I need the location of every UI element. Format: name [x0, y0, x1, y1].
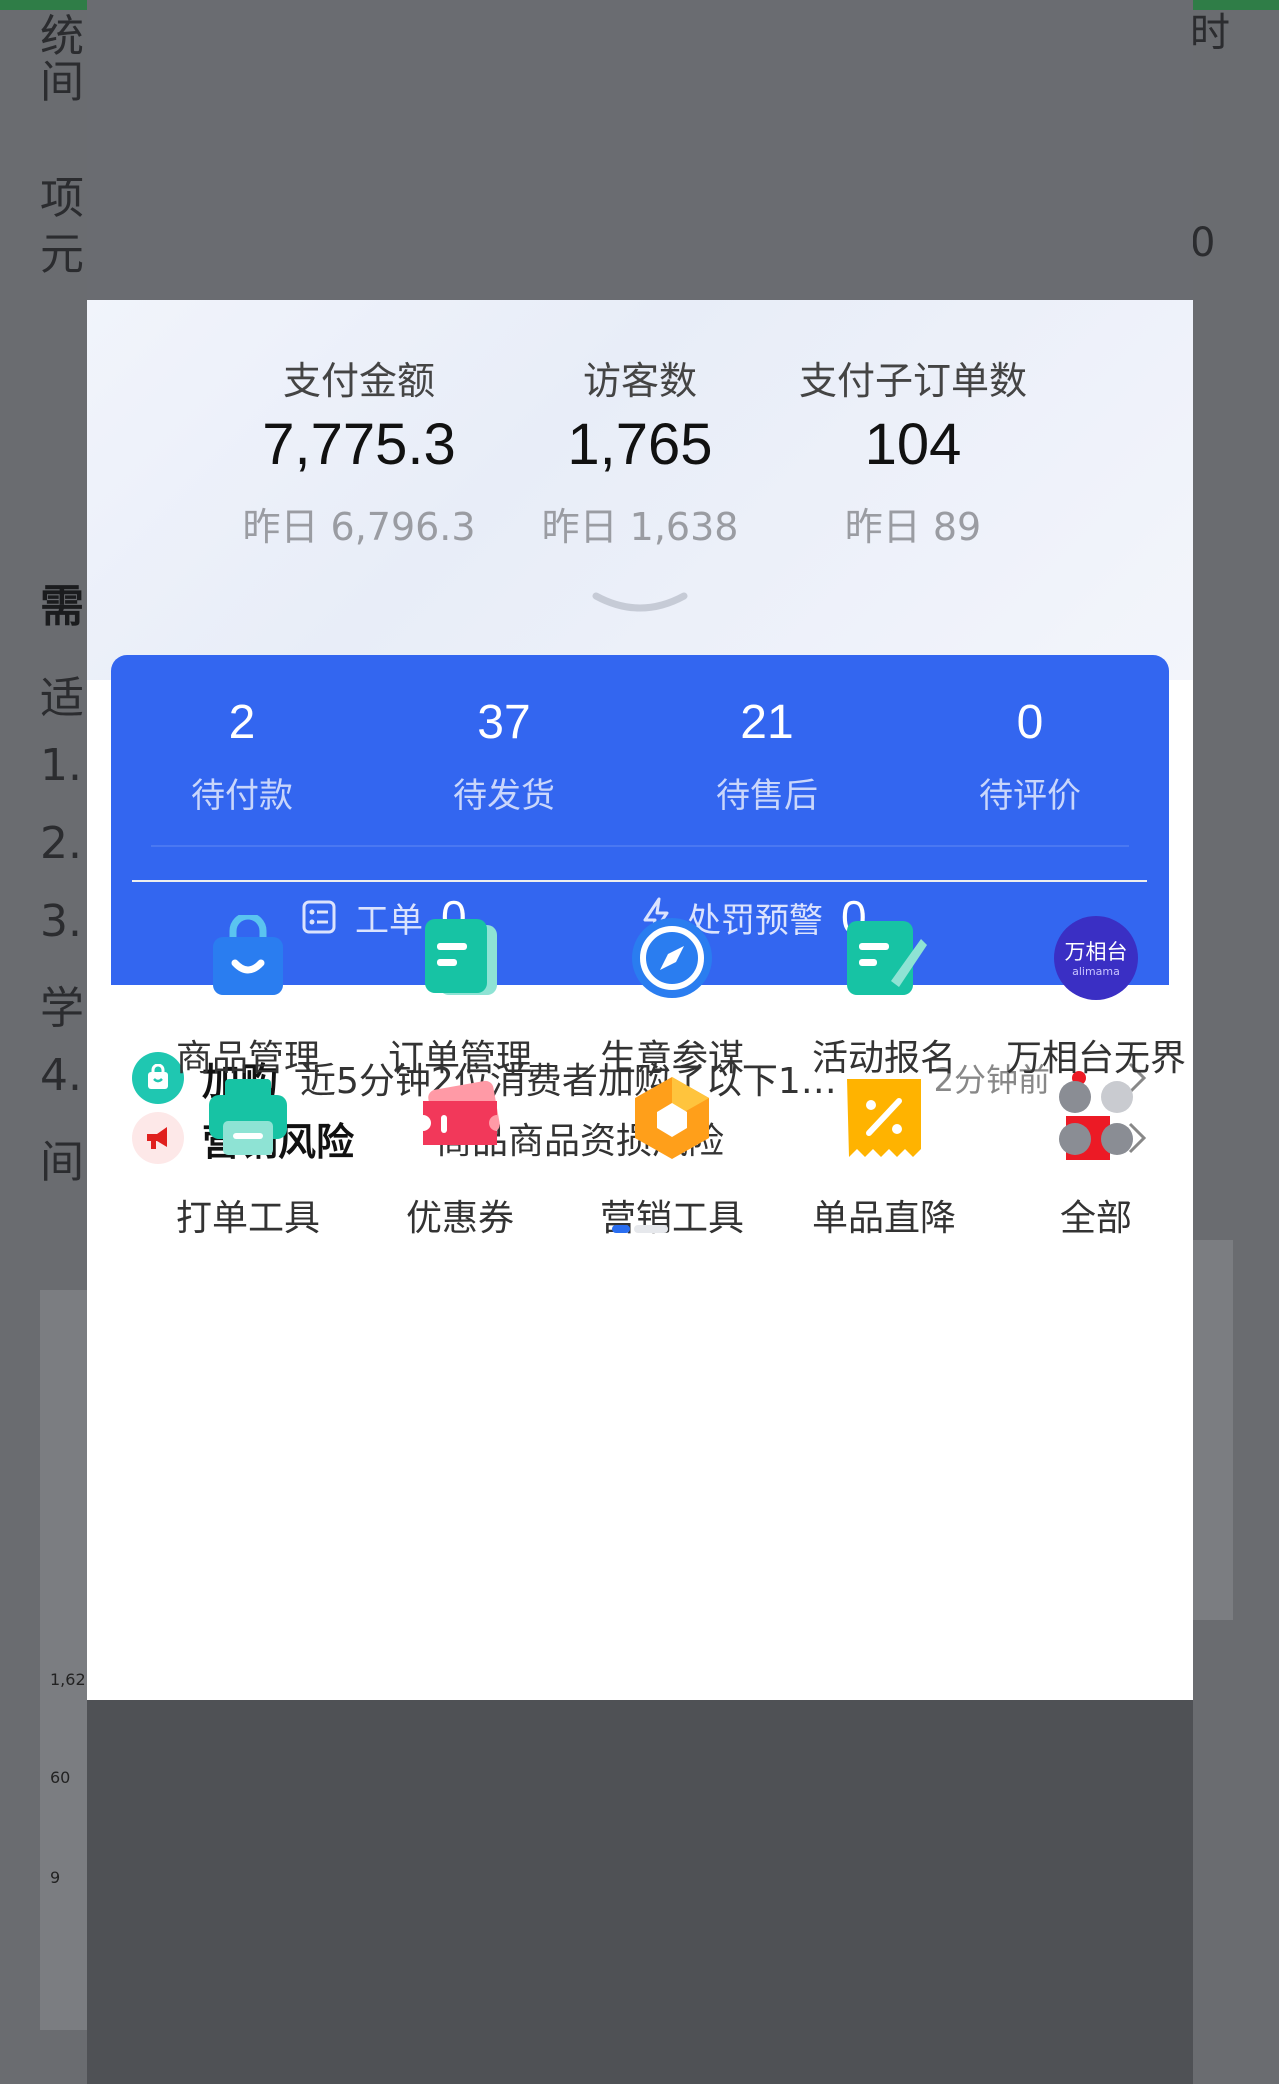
background-card: [1193, 1240, 1233, 1620]
stat-value: 104: [864, 412, 962, 477]
background-text: 2.: [40, 818, 82, 869]
background-text: 间: [40, 57, 84, 108]
tool-coupon[interactable]: 优惠券: [355, 1075, 565, 1241]
order-count: 21: [740, 696, 794, 749]
background-heading: 需: [40, 581, 84, 632]
tool-order-management[interactable]: 订单管理: [355, 915, 565, 1081]
background-value: 9: [50, 1868, 61, 1887]
order-doc-icon: [425, 919, 497, 995]
page-indicator: [612, 1225, 668, 1233]
tool-label: 订单管理: [387, 1038, 532, 1079]
shop-dashboard-panel: 支付金额 7,775.3 昨日 6,796.3 访客数 1,765 昨日 1,6…: [87, 300, 1193, 1700]
hexagon-icon: [635, 1077, 709, 1159]
background-text: 4.: [40, 1050, 82, 1101]
logo-subtext: alimama: [1072, 965, 1120, 978]
order-pending-review[interactable]: 0 待评价: [899, 695, 1161, 817]
order-count: 37: [477, 696, 531, 749]
tool-business-advisor[interactable]: 生意参谋: [567, 915, 777, 1081]
background-text: 元: [40, 229, 84, 280]
background-text: 0: [1190, 220, 1216, 266]
tool-label: 万相台无界: [1005, 1038, 1186, 1079]
signup-icon: [847, 921, 927, 995]
tool-label: 优惠券: [405, 1198, 514, 1239]
tool-all[interactable]: 全部: [991, 1075, 1193, 1241]
tool-label: 单品直降: [811, 1198, 956, 1239]
phone-top-area: [87, 0, 1193, 300]
discount-tag-icon: [847, 1079, 921, 1157]
order-label: 待发货: [453, 776, 555, 816]
logo-text: 万相台: [1065, 940, 1128, 964]
stat-label: 支付子订单数: [798, 359, 1027, 403]
tool-label: 生意参谋: [599, 1038, 744, 1079]
background-value: 1,62: [50, 1670, 86, 1689]
background-value: 60: [50, 1768, 71, 1787]
order-label: 待付款: [191, 776, 293, 816]
stats-area: 支付金额 7,775.3 昨日 6,796.3 访客数 1,765 昨日 1,6…: [87, 300, 1193, 680]
background-text: 1.: [40, 740, 82, 791]
stat-sub-orders[interactable]: 支付子订单数 104 昨日 89: [733, 350, 1093, 551]
order-pending-payment[interactable]: 2 待付款: [111, 695, 373, 817]
grid-dots-icon: [1059, 1081, 1133, 1155]
divider: [151, 845, 1129, 847]
tool-activity-signup[interactable]: 活动报名: [779, 915, 989, 1081]
tool-marketing[interactable]: 营销工具: [567, 1075, 777, 1241]
page-dot-active: [612, 1225, 630, 1233]
shopping-bag-icon: [213, 912, 283, 995]
tool-price-drop[interactable]: 单品直降: [779, 1075, 989, 1241]
phone-overlay: 支付金额 7,775.3 昨日 6,796.3 访客数 1,765 昨日 1,6…: [87, 0, 1193, 2084]
page-dot: [634, 1225, 668, 1233]
background-text: 适: [40, 673, 84, 724]
tool-label: 商品管理: [175, 1038, 320, 1079]
divider: [132, 880, 1147, 882]
printer-icon: [209, 1079, 287, 1155]
background-text: 时: [1190, 10, 1230, 56]
tool-product-management[interactable]: 商品管理: [143, 912, 353, 1081]
background-card: [40, 1290, 90, 2030]
order-after-sale[interactable]: 21 待售后: [636, 695, 898, 817]
expand-chevron-icon[interactable]: [590, 590, 690, 616]
coupon-icon: [423, 1080, 500, 1145]
tool-print[interactable]: 打单工具: [143, 1075, 353, 1241]
tool-label: 全部: [1059, 1198, 1132, 1239]
order-count: 2: [228, 696, 256, 749]
tool-label: 营销工具: [599, 1198, 744, 1239]
tool-label: 打单工具: [175, 1198, 320, 1239]
background-text: 项: [40, 173, 84, 224]
tool-wanxiangtai[interactable]: 万相台 alimama 万相台无界: [991, 915, 1193, 1081]
compass-icon: [632, 918, 712, 998]
alimama-logo-icon: 万相台 alimama: [1054, 916, 1138, 1000]
background-text: 3.: [40, 896, 82, 947]
order-label: 待售后: [716, 776, 818, 816]
order-label: 待评价: [979, 776, 1081, 816]
background-text: 学: [40, 983, 84, 1034]
background-text: 间: [40, 1137, 84, 1188]
order-count: 0: [1016, 696, 1044, 749]
stat-previous: 昨日 89: [844, 505, 982, 549]
order-pending-shipment[interactable]: 37 待发货: [373, 695, 635, 817]
tool-label: 活动报名: [811, 1038, 956, 1079]
